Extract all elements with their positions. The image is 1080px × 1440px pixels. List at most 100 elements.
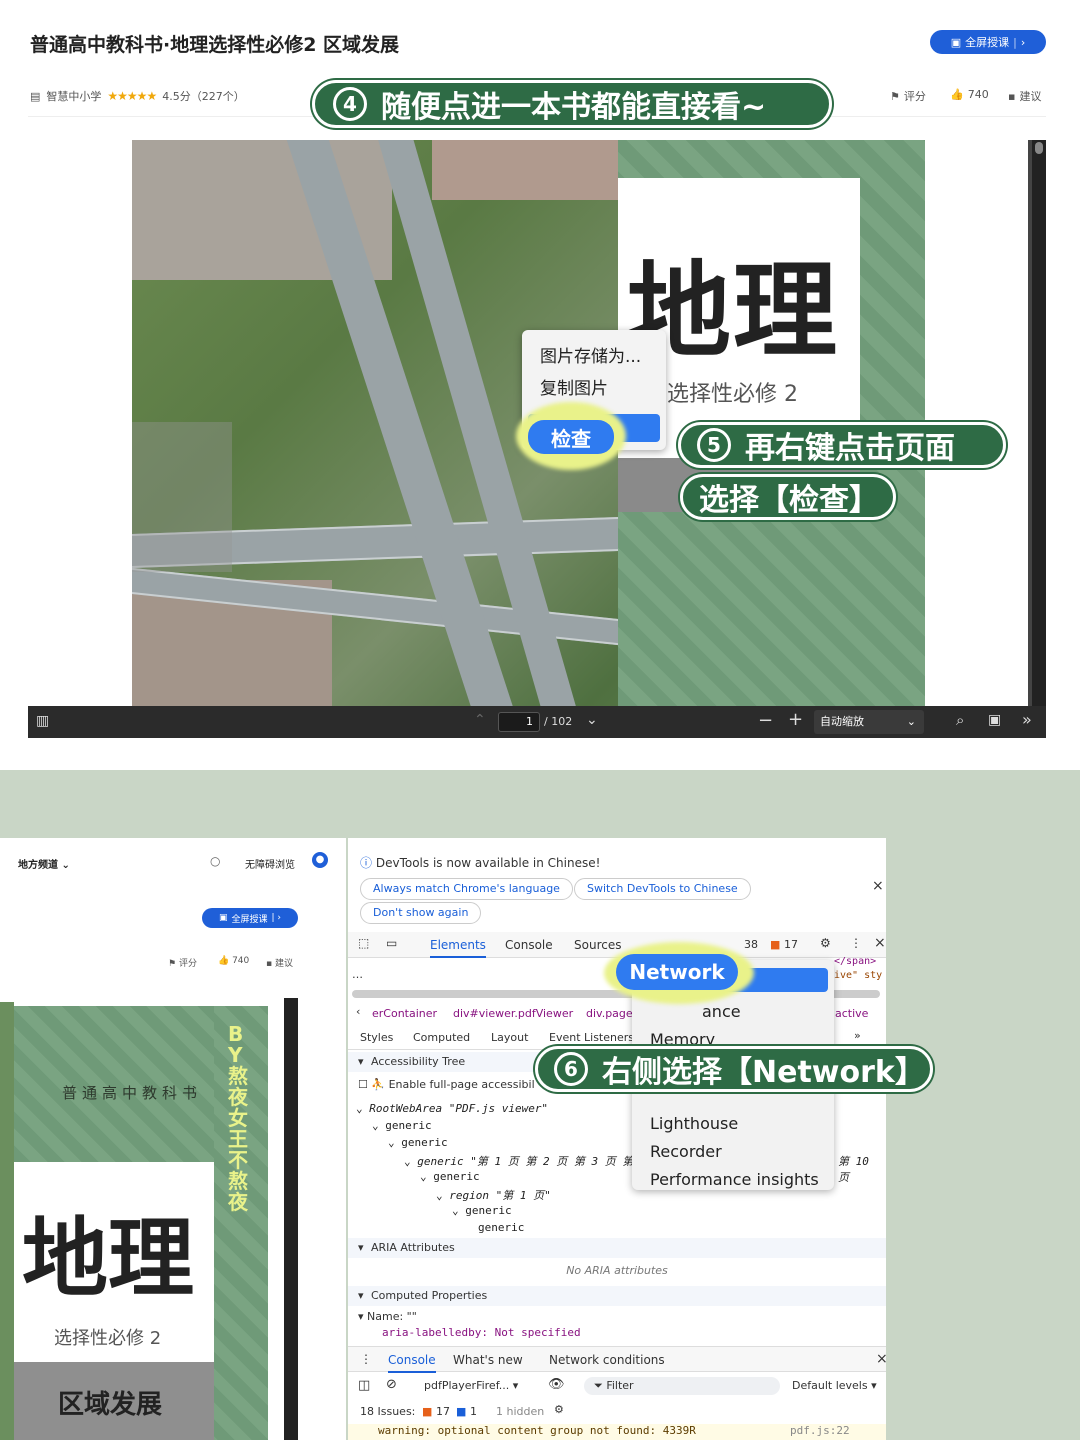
tree-row[interactable]: ⌄ generic	[420, 1170, 480, 1183]
menu-inspect[interactable]: 检查	[528, 420, 614, 454]
tab-elements[interactable]: Elements	[430, 938, 486, 958]
rate-link-small[interactable]: ⚑ 评分	[168, 956, 197, 969]
search-icon[interactable]: ○	[210, 854, 220, 868]
page-title: 普通高中教科书·地理选择性必修2 区域发展	[30, 34, 400, 56]
publisher-icon: ▤	[30, 89, 41, 103]
match-language-button[interactable]: Always match Chrome's language	[360, 878, 573, 900]
subtab-layout[interactable]: Layout	[491, 1031, 528, 1044]
crumb-2[interactable]: div#viewer.pdfViewer	[453, 1007, 573, 1020]
fullscreen-teach-button[interactable]: ▣ 全屏授课 | ›	[930, 30, 1046, 54]
gear-icon[interactable]: ⚙	[554, 1403, 564, 1416]
scrollbar[interactable]	[1032, 140, 1046, 706]
chevron-right-icon: | ›	[271, 913, 282, 923]
presentation-icon[interactable]: ▣	[988, 712, 1001, 728]
more-tabs-icon[interactable]: »	[854, 1029, 861, 1042]
suggest-link[interactable]: ▪ 建议	[1008, 88, 1041, 104]
close-notice-icon[interactable]: ×	[872, 878, 884, 894]
book-big-title: 地理	[22, 1208, 194, 1309]
cover-subtitle: 选择性必修 2	[667, 382, 798, 407]
user-avatar-icon[interactable]: ●	[312, 852, 328, 868]
tree-row[interactable]: generic	[478, 1221, 524, 1234]
errors-count[interactable]: 17	[784, 938, 798, 951]
more-vert-icon[interactable]: ⋮	[850, 936, 862, 950]
switch-chinese-button[interactable]: Switch DevTools to Chinese	[574, 878, 751, 900]
prev-page-icon[interactable]: ⌃	[474, 712, 486, 728]
menu-performance[interactable]: ance	[702, 1002, 741, 1021]
tree-row[interactable]: ⌄ generic	[372, 1119, 432, 1132]
console-toolbar: ◫ ⊘ pdfPlayerFiref... ▾ 👁 ⏷ Filter Defau…	[348, 1376, 886, 1398]
comment-icon: ▪	[1008, 89, 1016, 103]
menu-save-image[interactable]: 图片存储为...	[540, 342, 641, 367]
thumb-up-icon: 👍	[950, 88, 964, 101]
chevron-down-icon: ⌄	[61, 860, 70, 871]
menu-recorder[interactable]: Recorder	[650, 1142, 722, 1161]
close-drawer-icon[interactable]: ×	[876, 1351, 888, 1367]
computed-properties-header[interactable]: ▾ Computed Properties	[348, 1286, 886, 1306]
gear-icon[interactable]: ⚙	[820, 936, 831, 950]
hidden-count: 1 hidden	[496, 1405, 545, 1418]
sidebar-toggle-icon[interactable]: ▥	[36, 713, 49, 729]
drawer-tab-console[interactable]: Console	[388, 1353, 436, 1373]
subtab-styles[interactable]: Styles	[360, 1031, 393, 1044]
book-subtitle: 选择性必修 2	[54, 1328, 162, 1349]
subtab-event-listeners[interactable]: Event Listeners	[549, 1031, 634, 1044]
step6-annotation: 6 右侧选择【Network】	[535, 1046, 933, 1092]
page-number-input[interactable]: 1	[498, 712, 540, 732]
search-icon[interactable]: ⌕	[956, 711, 964, 729]
warnings-count[interactable]: 38	[744, 938, 758, 951]
zoom-select[interactable]: 自动缩放 ⌄	[814, 710, 924, 734]
crumb-3[interactable]: div.page	[586, 1007, 633, 1020]
filter-input[interactable]: ⏷ Filter	[584, 1377, 780, 1395]
device-toggle-icon[interactable]: ▭	[386, 936, 397, 950]
tab-console[interactable]: Console	[505, 938, 553, 952]
rating-text: 4.5分（227个）	[162, 90, 245, 103]
subtab-computed[interactable]: Computed	[413, 1031, 470, 1044]
crumb-1[interactable]: erContainer	[372, 1007, 437, 1020]
drawer-tab-network-conditions[interactable]: Network conditions	[549, 1353, 665, 1367]
menu-network[interactable]: Network	[616, 954, 738, 990]
like-link-small[interactable]: 👍 740	[218, 956, 249, 966]
close-devtools-icon[interactable]: ×	[874, 935, 886, 951]
ellipsis-icon[interactable]: …	[352, 968, 363, 981]
book-page-pane: 地方频道 ⌄ ○ 无障碍浏览 ● ▣ 全屏授课 | › ⚑ 评分 👍 740 ▪…	[0, 838, 346, 1440]
log-levels-select[interactable]: Default levels ▾	[792, 1379, 877, 1392]
rate-link[interactable]: ⚑ 评分	[890, 88, 926, 104]
enable-full-page-checkbox[interactable]: ☐ ⛹ Enable full-page accessibil	[358, 1078, 535, 1091]
inspect-element-icon[interactable]: ⬚	[358, 936, 369, 950]
tree-row[interactable]: ⌄ region "第 1 页"	[436, 1187, 551, 1203]
zoom-in-icon[interactable]: +	[788, 709, 803, 730]
eye-icon[interactable]: 👁	[548, 1377, 565, 1392]
more-tools-icon[interactable]: »	[1022, 710, 1032, 729]
clear-console-icon[interactable]: ⊘	[386, 1377, 397, 1392]
menu-copy-image[interactable]: 复制图片	[540, 374, 608, 399]
error-icon: ■	[770, 938, 781, 951]
tree-row[interactable]: ⌄ generic	[388, 1136, 448, 1149]
zoom-out-icon[interactable]: −	[758, 710, 773, 731]
like-link[interactable]: 👍 740	[950, 88, 989, 101]
info-icon: ⓘ	[360, 856, 373, 870]
aria-attributes-header[interactable]: ▾ ARIA Attributes	[348, 1238, 886, 1258]
chevron-left-icon[interactable]: ‹	[356, 1005, 360, 1018]
rating-stars: ★★★★★	[107, 89, 157, 103]
tree-row[interactable]: ⌄ generic "第 1 页 第 2 页 第 3 页 第 4 页	[404, 1153, 664, 1169]
menu-lighthouse[interactable]: Lighthouse	[650, 1114, 738, 1133]
suggest-link-small[interactable]: ▪ 建议	[266, 956, 293, 969]
fullscreen-teach-button-small[interactable]: ▣ 全屏授课 | ›	[202, 908, 298, 928]
sidebar-icon[interactable]: ◫	[358, 1378, 370, 1393]
context-selector[interactable]: pdfPlayerFiref... ▾	[424, 1379, 518, 1392]
top-screenshot: 普通高中教科书·地理选择性必修2 区域发展 ▣ 全屏授课 | › ▤ 智慧中小学…	[0, 0, 1080, 770]
accessible-browse-link[interactable]: 无障碍浏览	[245, 856, 295, 871]
next-page-icon[interactable]: ⌄	[586, 712, 598, 728]
pdf-toolbar: ▥ ⌃ 1 / 102 ⌄ − + 自动缩放 ⌄ ⌕ ▣ »	[28, 706, 1046, 738]
filter-icon: ⏷	[594, 1379, 603, 1392]
drawer-menu-icon[interactable]: ⋮	[360, 1352, 372, 1366]
tree-row-root[interactable]: ⌄ RootWebArea "PDF.js viewer"	[356, 1102, 548, 1115]
tree-row[interactable]: ⌄ generic	[452, 1204, 512, 1217]
channel-selector[interactable]: 地方频道 ⌄	[18, 856, 70, 871]
tab-sources[interactable]: Sources	[574, 938, 621, 952]
dont-show-button[interactable]: Don't show again	[360, 902, 482, 924]
menu-performance-insights[interactable]: Performance insights	[650, 1170, 819, 1189]
scrollbar[interactable]	[284, 998, 298, 1440]
drawer-tab-whats-new[interactable]: What's new	[453, 1353, 523, 1367]
page-total: / 102	[544, 715, 573, 728]
